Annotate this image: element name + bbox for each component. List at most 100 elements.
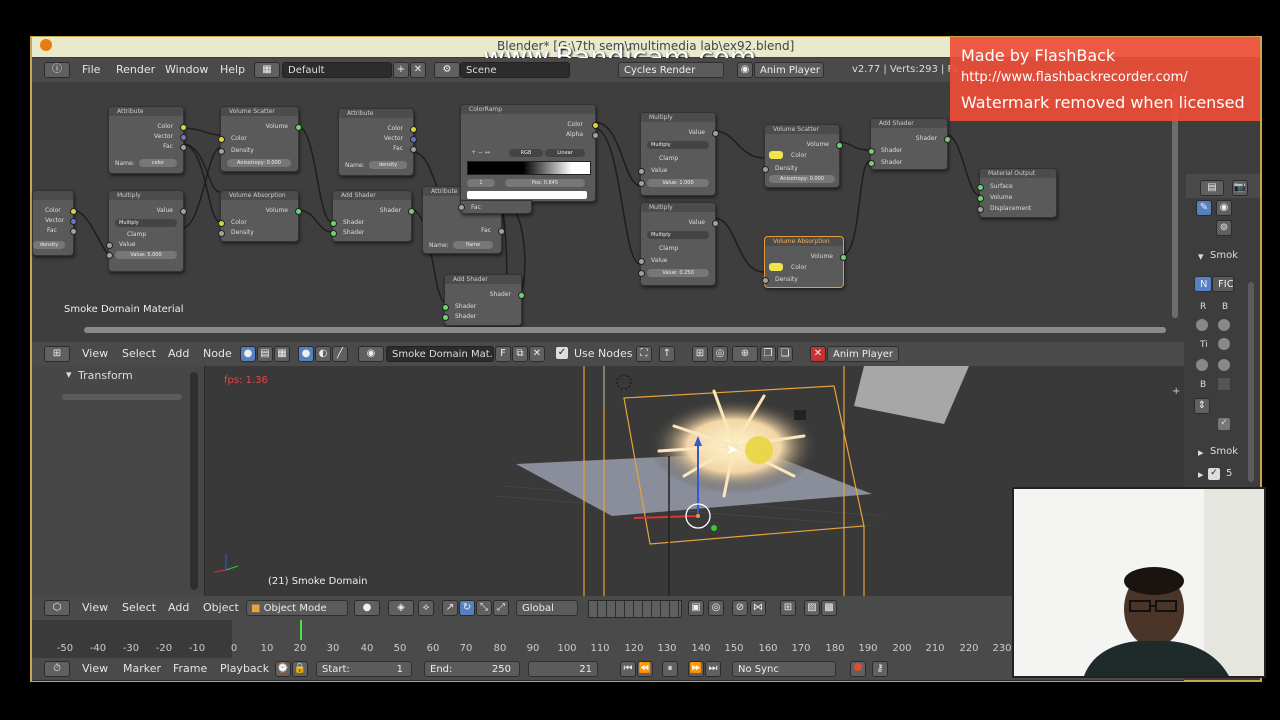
socket[interactable] bbox=[638, 168, 645, 175]
socket[interactable] bbox=[408, 208, 415, 215]
add-shader-node-3[interactable]: Add Shader Shader Shader Shader bbox=[442, 274, 525, 326]
jump-end-icon[interactable]: ⏭ bbox=[705, 661, 721, 677]
socket[interactable] bbox=[70, 228, 77, 235]
radio-icon[interactable] bbox=[1196, 359, 1208, 371]
socket[interactable] bbox=[638, 258, 645, 265]
new-material-icon[interactable]: ⧉ bbox=[512, 346, 528, 362]
menu-playback[interactable]: Playback bbox=[220, 659, 269, 679]
menu-marker[interactable]: Marker bbox=[123, 659, 161, 679]
render-tab-icon[interactable]: 📷 bbox=[1232, 180, 1248, 196]
viewport-add-icon[interactable]: + bbox=[1172, 386, 1180, 397]
orientation-select[interactable]: Global bbox=[516, 600, 578, 616]
socket[interactable] bbox=[442, 314, 449, 321]
menu-select[interactable]: Select bbox=[122, 598, 156, 618]
proportional-edit-icon[interactable]: ◎ bbox=[708, 600, 724, 616]
transform-panel-label[interactable]: Transform bbox=[78, 369, 133, 382]
ramp-position-field[interactable]: Pos: 0.845 bbox=[505, 179, 585, 187]
snap-element-icon[interactable]: ⋈ bbox=[750, 600, 766, 616]
math-multiply-node-2[interactable]: Multiply Value Multiply Clamp Value Valu… bbox=[638, 112, 719, 196]
paste-icon[interactable]: ❏ bbox=[777, 346, 793, 362]
radio-icon[interactable] bbox=[1218, 338, 1230, 350]
copy-icon[interactable]: ❐ bbox=[760, 346, 776, 362]
radio-icon[interactable] bbox=[1218, 319, 1230, 331]
smoke-type-fic[interactable]: FIC bbox=[1212, 276, 1234, 292]
ramp-gradient[interactable] bbox=[467, 161, 591, 175]
node-editor-scrollbar[interactable] bbox=[84, 327, 1166, 333]
menu-file[interactable]: File bbox=[82, 60, 100, 80]
layer-lock-icon[interactable]: ▣ bbox=[688, 600, 704, 616]
use-nodes-checkbox[interactable]: ✓ bbox=[556, 347, 568, 359]
add-layout-icon[interactable]: + bbox=[393, 62, 409, 78]
socket[interactable] bbox=[70, 208, 77, 215]
socket[interactable] bbox=[498, 228, 505, 235]
socket[interactable] bbox=[458, 204, 465, 211]
socket[interactable] bbox=[218, 230, 225, 237]
socket[interactable] bbox=[218, 148, 225, 155]
socket[interactable] bbox=[977, 195, 984, 202]
pivot-point-icon[interactable]: ◈ bbox=[388, 600, 414, 616]
render-stop-icon[interactable]: ✕ bbox=[810, 346, 826, 362]
material-select[interactable]: Smoke Domain Mat... bbox=[386, 346, 494, 362]
socket[interactable] bbox=[295, 208, 302, 215]
clamp-checkbox[interactable]: Clamp bbox=[127, 231, 146, 238]
parent-node-icon[interactable]: ↑ bbox=[659, 346, 675, 362]
editor-type-icon[interactable]: ⊞ bbox=[44, 346, 70, 362]
tool-shelf-scrollbar[interactable] bbox=[190, 372, 198, 590]
socket[interactable] bbox=[638, 270, 645, 277]
socket[interactable] bbox=[410, 126, 417, 133]
add-shader-node-2[interactable]: Add Shader Shader Shader Shader bbox=[868, 118, 951, 170]
scale-icon[interactable]: ⤡ bbox=[476, 600, 492, 616]
menu-add[interactable]: Add bbox=[168, 598, 189, 618]
menu-render[interactable]: Render bbox=[116, 60, 155, 80]
jump-start-icon[interactable]: ⏮ bbox=[620, 661, 636, 677]
node-editor[interactable]: Color Vector Fac density Attribute Color… bbox=[32, 82, 1184, 342]
menu-add[interactable]: Add bbox=[168, 344, 189, 364]
properties-editor-icon[interactable]: ▤ bbox=[1200, 180, 1224, 196]
math-multiply-node-1[interactable]: Multiply Value Multiply Clamp Value Valu… bbox=[106, 190, 187, 272]
socket[interactable] bbox=[836, 142, 843, 149]
menu-view[interactable]: View bbox=[82, 659, 108, 679]
line-style-icon[interactable]: ╱ bbox=[332, 346, 348, 362]
ramp-stop-color[interactable] bbox=[467, 191, 587, 199]
socket[interactable] bbox=[762, 277, 769, 284]
checkbox[interactable]: ✓ bbox=[1208, 468, 1220, 480]
socket[interactable] bbox=[762, 166, 769, 173]
layers-grid[interactable] bbox=[588, 600, 682, 618]
smoke-panel-label[interactable]: Smok bbox=[1210, 250, 1238, 261]
lock-range-icon[interactable]: 🔒 bbox=[292, 661, 308, 677]
socket[interactable] bbox=[868, 160, 875, 167]
menu-select[interactable]: Select bbox=[122, 344, 156, 364]
socket[interactable] bbox=[330, 230, 337, 237]
render-anim-icon[interactable]: ▩ bbox=[821, 600, 837, 616]
collapse-arrow-icon[interactable]: ▸ bbox=[1198, 468, 1204, 481]
anim-player-button[interactable]: Anim Player bbox=[754, 62, 824, 78]
attribute-node-left[interactable]: Color Vector Fac density bbox=[32, 190, 77, 256]
value-field[interactable]: Value: 0.250 bbox=[647, 269, 709, 277]
node-name-field[interactable]: density bbox=[33, 241, 65, 249]
scale2-icon[interactable]: ⤢ bbox=[493, 600, 509, 616]
mode-select[interactable]: ■ Object Mode bbox=[246, 600, 348, 616]
editor-type-icon[interactable]: ⏱ bbox=[44, 661, 70, 677]
clamp-checkbox[interactable]: Clamp bbox=[659, 155, 678, 162]
snap-icon[interactable]: ⊞ bbox=[692, 346, 708, 362]
render-icon[interactable]: ◉ bbox=[737, 62, 753, 78]
node-name-field[interactable]: density bbox=[369, 161, 407, 169]
socket[interactable] bbox=[977, 206, 984, 213]
keying-set-icon[interactable]: ⚷ bbox=[872, 661, 888, 677]
current-frame-field[interactable]: 21 bbox=[528, 661, 598, 677]
socket[interactable] bbox=[410, 136, 417, 143]
attribute-node-color[interactable]: Attribute Color Vector Fac Name: color bbox=[108, 106, 187, 174]
layout-grid-icon[interactable]: ▦ bbox=[254, 62, 280, 78]
socket[interactable] bbox=[944, 136, 951, 143]
socket[interactable] bbox=[180, 134, 187, 141]
material-tab-icon[interactable]: ✎ bbox=[1196, 200, 1212, 216]
attribute-node-density[interactable]: Attribute Color Vector Fac Name: density bbox=[338, 108, 417, 176]
socket[interactable] bbox=[295, 124, 302, 131]
manipulator-toggle-icon[interactable]: ⟡ bbox=[418, 600, 434, 616]
socket[interactable] bbox=[868, 148, 875, 155]
ramp-tools[interactable]: + − ↔ bbox=[471, 149, 490, 156]
anim-player-button[interactable]: Anim Player bbox=[827, 346, 899, 362]
collapse-arrow-icon[interactable]: ▾ bbox=[1198, 250, 1204, 263]
current-frame-marker[interactable] bbox=[300, 620, 302, 640]
pause-icon[interactable]: ⏸ bbox=[662, 661, 678, 677]
